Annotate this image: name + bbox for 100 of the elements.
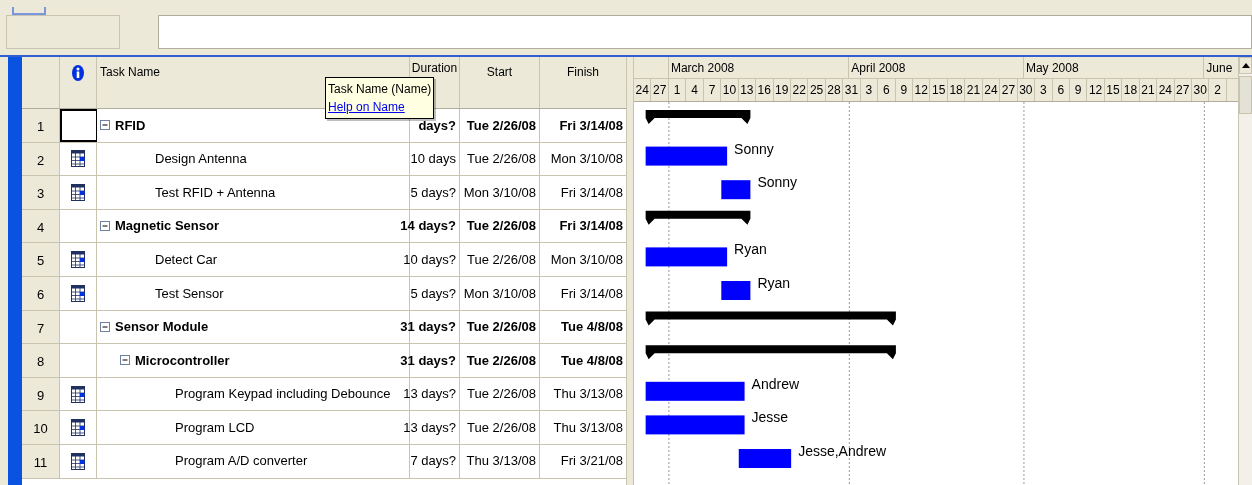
scroll-up-button[interactable] xyxy=(1239,57,1252,74)
task-name: Program Keypad including Debounce xyxy=(175,385,391,404)
summary-bar[interactable] xyxy=(645,311,896,326)
day-label: 16 xyxy=(757,83,771,97)
task-grid-icon xyxy=(71,150,85,168)
duration-cell-text: 31 days? xyxy=(400,351,456,370)
task-bar[interactable] xyxy=(645,146,728,166)
day-label: 9 xyxy=(1074,83,1082,97)
task-bar[interactable] xyxy=(721,180,751,200)
row-number[interactable]: 9 xyxy=(36,387,45,403)
day-label: 31 xyxy=(844,83,859,97)
day-label: 6 xyxy=(883,83,890,97)
collapse-icon[interactable] xyxy=(100,221,110,232)
day-label: 27 xyxy=(652,83,667,97)
month-label: June xyxy=(1206,61,1233,75)
task-grid-icon xyxy=(71,251,85,269)
day-label: 25 xyxy=(809,83,824,97)
resource-label: Jesse,Andrew xyxy=(798,443,887,459)
task-name: Detect Car xyxy=(155,250,218,269)
collapse-icon[interactable] xyxy=(120,355,130,366)
duration-cell-text: 10 days? xyxy=(403,250,456,269)
column-header[interactable]: Task Name xyxy=(100,65,161,79)
summary-bar[interactable] xyxy=(645,110,751,124)
day-label: 21 xyxy=(1141,83,1155,97)
collapse-icon[interactable] xyxy=(100,120,110,131)
day-label: 18 xyxy=(1123,83,1138,97)
up-arrow-icon xyxy=(1241,63,1250,68)
column-header[interactable]: Duration xyxy=(411,61,458,75)
day-label: 27 xyxy=(1001,83,1016,97)
finish-date-cell-text: Tue 4/8/08 xyxy=(561,351,623,370)
start-date-cell-text: Tue 2/26/08 xyxy=(466,351,536,370)
collapse-icon[interactable] xyxy=(100,321,110,332)
start-date-cell-text: Tue 2/26/08 xyxy=(466,318,536,337)
start-date-cell-text: Tue 2/26/08 xyxy=(466,116,536,135)
task-name: Program A/D converter xyxy=(175,452,308,471)
start-date-cell-text: Tue 2/26/08 xyxy=(467,385,536,404)
row-number[interactable]: 5 xyxy=(36,253,45,269)
finish-date-cell-text: Thu 3/13/08 xyxy=(553,385,623,404)
task-grid-icon xyxy=(71,385,85,403)
finish-date-cell-text: Tue 4/8/08 xyxy=(561,318,623,337)
task-bar[interactable] xyxy=(645,247,728,267)
finish-date-cell-text: Fri 3/14/08 xyxy=(559,217,623,236)
duration-cell-text: 14 days? xyxy=(400,217,456,236)
day-label: 27 xyxy=(1176,83,1190,97)
summary-bar[interactable] xyxy=(645,345,896,360)
task-name: Test Sensor xyxy=(155,284,224,303)
task-grid-icon xyxy=(71,184,85,201)
row-number[interactable]: 10 xyxy=(33,421,48,437)
column-header[interactable]: Start xyxy=(486,65,513,79)
column-header[interactable]: Finish xyxy=(567,65,599,79)
tooltip-title: Task Name (Name) xyxy=(328,81,432,98)
start-date-cell-text: Tue 2/26/08 xyxy=(466,217,536,236)
task-name: Program LCD xyxy=(175,418,255,437)
day-label: 21 xyxy=(966,83,981,97)
row-number[interactable]: 3 xyxy=(36,186,45,202)
row-number[interactable]: 4 xyxy=(36,219,45,235)
scrollbar[interactable] xyxy=(1238,57,1252,485)
task-name: Sensor Module xyxy=(115,318,209,337)
row-number[interactable]: 8 xyxy=(36,354,45,370)
entry-field[interactable] xyxy=(158,15,1252,49)
row-number[interactable]: 11 xyxy=(33,454,48,470)
day-label: 7 xyxy=(708,83,716,97)
start-date-cell-text: Tue 2/26/08 xyxy=(467,150,536,169)
duration-cell-text: 13 days? xyxy=(403,385,456,404)
finish-date-cell-text: Fri 3/14/08 xyxy=(560,284,623,303)
day-label: 6 xyxy=(1057,83,1065,97)
row-number[interactable]: 6 xyxy=(36,286,45,302)
task-name: Test RFID + Antenna xyxy=(155,183,276,202)
selected-cell[interactable] xyxy=(60,109,97,142)
task-name: Design Antenna xyxy=(155,150,247,169)
day-label: 4 xyxy=(691,83,698,97)
day-label: 12 xyxy=(1088,83,1103,97)
day-label: 9 xyxy=(900,83,908,97)
task-bar[interactable] xyxy=(645,415,745,435)
start-date-cell-text: Tue 2/26/08 xyxy=(467,250,536,269)
scroll-thumb[interactable] xyxy=(1239,76,1252,114)
row-number[interactable]: 7 xyxy=(36,320,45,336)
row-number[interactable]: 2 xyxy=(36,152,45,168)
start-date-cell-text: Mon 3/10/08 xyxy=(463,284,536,303)
duration-cell-text: 10 days xyxy=(410,150,456,169)
day-label: 13 xyxy=(740,83,754,97)
month-label: March 2008 xyxy=(670,61,735,75)
task-bar[interactable] xyxy=(721,281,751,300)
duration-cell-text: 7 days? xyxy=(410,452,456,471)
view-tab[interactable] xyxy=(12,7,46,15)
day-label: 3 xyxy=(865,83,873,97)
resource-label: Ryan xyxy=(734,241,767,258)
summary-bar[interactable] xyxy=(645,210,751,225)
start-date-cell-text: Thu 3/13/08 xyxy=(466,452,536,471)
day-label: 19 xyxy=(775,83,789,97)
day-label: 12 xyxy=(914,83,928,97)
row-number[interactable]: 1 xyxy=(36,119,45,134)
info-icon xyxy=(72,65,84,81)
day-label: 24 xyxy=(635,83,649,97)
day-label: 24 xyxy=(984,83,998,97)
task-bar[interactable] xyxy=(645,381,745,401)
resource-label: Sonny xyxy=(734,140,774,157)
task-bar[interactable] xyxy=(738,449,792,468)
help-link[interactable]: Help on Name xyxy=(328,100,405,114)
day-label: 15 xyxy=(931,83,946,97)
